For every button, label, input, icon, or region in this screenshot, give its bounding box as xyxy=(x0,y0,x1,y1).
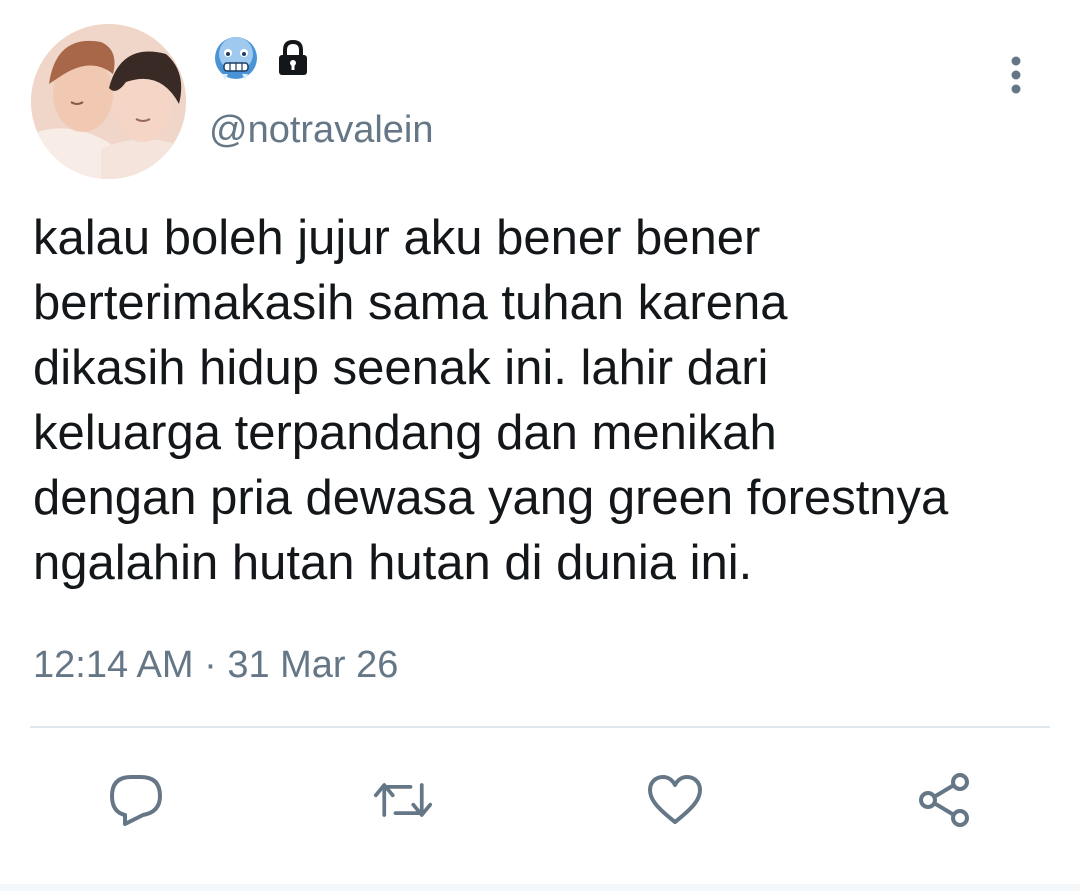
tweet-text-line: ngalahin hutan hutan di dunia ini. xyxy=(33,536,753,590)
retweet-icon xyxy=(373,783,433,817)
avatar[interactable] xyxy=(31,24,186,179)
tweet-text: kalau boleh jujur aku bener bener berter… xyxy=(33,206,1073,596)
cold-face-emoji-icon xyxy=(212,36,260,85)
tweet-text-line: keluarga terpandang dan menikah xyxy=(33,406,777,460)
user-handle[interactable]: @notravalein xyxy=(209,108,433,152)
tweet-text-line: dengan pria dewasa yang green forestnya xyxy=(33,471,949,525)
tweet-text-line: kalau boleh jujur aku bener bener xyxy=(33,211,761,265)
share-button[interactable] xyxy=(915,770,975,830)
tweet-text-line: dikasih hidup seenak ini. lahir dari xyxy=(33,341,769,395)
display-name-row xyxy=(212,36,310,85)
bottom-separator xyxy=(0,884,1080,891)
avatar-photo xyxy=(31,24,186,179)
tweet-text-line: berterimakasih sama tuhan karena xyxy=(33,276,788,330)
retweet-button[interactable] xyxy=(373,770,433,830)
reply-button[interactable] xyxy=(106,770,166,830)
tweet-timestamp[interactable]: 12:14 AM · 31 Mar 26 xyxy=(33,642,398,688)
divider xyxy=(30,726,1050,728)
more-options-button[interactable] xyxy=(996,52,1036,98)
lock-icon xyxy=(276,39,310,82)
reply-icon xyxy=(110,775,162,826)
share-icon xyxy=(919,773,969,827)
like-button[interactable] xyxy=(645,770,705,830)
more-vertical-icon xyxy=(1011,56,1021,94)
like-icon xyxy=(648,775,702,824)
